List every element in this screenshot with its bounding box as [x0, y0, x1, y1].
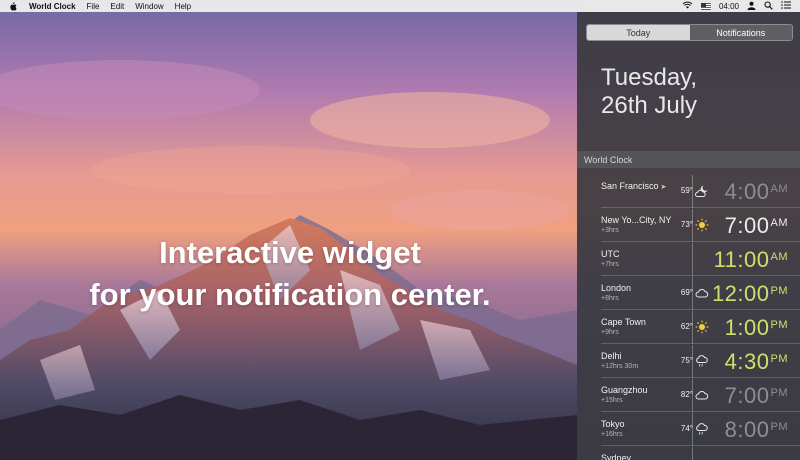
clock-time: 4:00AM — [725, 179, 788, 205]
time-value: 4:30 — [724, 349, 770, 374]
row-divider — [692, 277, 693, 310]
menu-clock[interactable]: 04:00 — [719, 2, 739, 11]
row-divider — [692, 175, 693, 208]
city-name: Sydney — [601, 453, 632, 460]
time-offset: +8hrs — [601, 295, 619, 302]
apple-logo-icon[interactable] — [9, 1, 19, 11]
time-value: 8:00 — [724, 417, 770, 442]
time-value: 7:00 — [724, 383, 770, 408]
time-offset: +12hrs 30m — [601, 363, 639, 370]
clock-time: 7:00PM — [725, 383, 788, 409]
clock-time: 8:00PM — [725, 417, 788, 443]
hero-line-1: Interactive widget — [159, 235, 421, 270]
city-name: San Francisco ➤ — [601, 181, 667, 191]
widget-title: World Clock — [584, 154, 633, 165]
row-divider — [692, 345, 693, 378]
cloud-icon — [695, 286, 709, 300]
tab-notifications[interactable]: Notifications — [689, 25, 792, 40]
today-notifications-segmented-control: Today Notifications — [586, 24, 793, 41]
world-clock-row[interactable]: San Francisco ➤ 59° 4:00AM — [601, 175, 800, 208]
menu-file[interactable]: File — [87, 2, 100, 11]
clock-time: 7:00AM — [725, 213, 788, 239]
city-name: London — [601, 283, 632, 293]
city-name: UTC — [601, 249, 620, 259]
city-name: Delhi — [601, 351, 622, 361]
world-clock-row[interactable]: Delhi +12hrs 30m 75° 4:30PM — [601, 345, 800, 378]
am-pm-label: PM — [770, 421, 788, 433]
cloud-icon — [695, 388, 709, 402]
time-offset: +7hrs — [601, 261, 619, 268]
row-divider — [692, 447, 693, 460]
world-clock-row[interactable]: New Yo...City, NY +3hrs 73° 7:00AM — [601, 209, 800, 242]
hero-line-2: for your notification center. — [89, 277, 491, 312]
partly-cloudy-night-icon — [695, 184, 709, 198]
menu-app-name[interactable]: World Clock — [29, 2, 76, 11]
time-value: 12:00 — [711, 281, 770, 306]
status-area: 04:00 — [682, 0, 791, 12]
menu-help[interactable]: Help — [175, 2, 191, 11]
city-name: Guangzhou — [601, 385, 648, 395]
time-value: 1:00 — [724, 315, 770, 340]
clock-time: 12:00PM — [712, 281, 788, 307]
world-clock-row[interactable]: UTC +7hrs 11:00AM — [601, 243, 800, 276]
us-flag-icon[interactable] — [700, 2, 711, 10]
date-weekday: Tuesday, — [601, 64, 698, 91]
rain-cloud-icon — [695, 422, 709, 436]
time-offset: +3hrs — [601, 227, 619, 234]
today-date: Tuesday, 26th July — [601, 64, 697, 120]
clock-time: 4:30PM — [725, 349, 788, 375]
clock-time: 1:00PM — [725, 315, 788, 341]
time-offset: +16hrs — [601, 431, 623, 438]
clock-time: 11:00AM — [714, 247, 788, 273]
rain-cloud-icon — [695, 354, 709, 368]
am-pm-label: PM — [770, 353, 788, 365]
world-clock-row[interactable]: Sydney — [601, 447, 800, 460]
user-icon[interactable] — [747, 1, 756, 12]
am-pm-label: AM — [770, 251, 788, 263]
world-clock-row[interactable]: London +8hrs 69° 12:00PM — [601, 277, 800, 310]
tab-today[interactable]: Today — [587, 25, 690, 40]
city-name: Tokyo — [601, 419, 625, 429]
row-divider — [692, 379, 693, 412]
notification-center-icon[interactable] — [781, 1, 791, 11]
mountain-wallpaper-image — [0, 0, 577, 460]
world-clock-row[interactable]: Guangzhou +15hrs 82° 7:00PM — [601, 379, 800, 412]
notification-center-panel: Today Notifications Tuesday, 26th July W… — [577, 12, 800, 460]
wifi-icon[interactable] — [682, 1, 693, 11]
row-divider — [692, 243, 693, 276]
world-clock-widget-header[interactable]: World Clock — [577, 151, 800, 168]
am-pm-label: PM — [770, 285, 788, 297]
row-divider — [692, 311, 693, 344]
time-offset: +9hrs — [601, 329, 619, 336]
time-offset: +15hrs — [601, 397, 623, 404]
sun-icon — [695, 218, 709, 232]
time-value: 7:00 — [724, 213, 770, 238]
am-pm-label: PM — [770, 319, 788, 331]
world-clock-row[interactable]: Tokyo +16hrs 74° 8:00PM — [601, 413, 800, 446]
am-pm-label: AM — [770, 217, 788, 229]
time-value: 11:00 — [713, 247, 770, 272]
row-divider — [692, 413, 693, 446]
menu-window[interactable]: Window — [135, 2, 163, 11]
location-arrow-icon: ➤ — [660, 184, 667, 191]
time-value: 4:00 — [724, 179, 770, 204]
am-pm-label: PM — [770, 387, 788, 399]
world-clock-row[interactable]: Cape Town +9hrs 62° 1:00PM — [601, 311, 800, 344]
menu-edit[interactable]: Edit — [110, 2, 124, 11]
city-name: New Yo...City, NY — [601, 215, 672, 225]
hero-headline: Interactive widget for your notification… — [40, 232, 540, 316]
city-name: Cape Town — [601, 317, 646, 327]
menu-bar: World Clock File Edit Window Help 04:00 — [0, 0, 800, 12]
row-divider — [692, 209, 693, 242]
sun-icon — [695, 320, 709, 334]
date-day-month: 26th July — [601, 92, 698, 119]
am-pm-label: AM — [770, 183, 788, 195]
search-icon[interactable] — [764, 0, 773, 12]
